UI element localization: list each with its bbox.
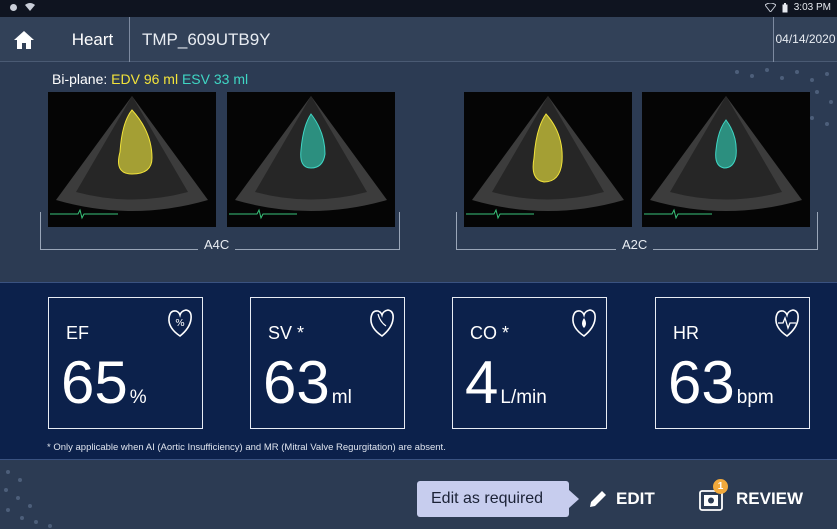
biplane-volumes: Bi-plane: EDV 96 ml ESV 33 ml	[52, 71, 248, 87]
metric-card-ef: EF % 65%	[48, 297, 203, 429]
metric-number: 63	[668, 349, 735, 416]
metrics-panel: EF % 65% SV * 63 ml CO * 4 L/min HR 63 bpm …	[0, 282, 837, 460]
status-bar: 3:03 PM	[0, 0, 837, 17]
metric-card-co: CO * 4 L/min	[452, 297, 607, 429]
biplane-label: Bi-plane:	[52, 71, 108, 87]
metric-unit: ml	[331, 387, 352, 408]
metric-number: 63	[263, 349, 330, 416]
metric-value: 65%	[61, 348, 147, 433]
decorative-pattern-icon	[4, 470, 52, 528]
home-button[interactable]	[4, 24, 44, 55]
review-badge: 1	[713, 479, 728, 494]
echo-image-a4c-es[interactable]	[227, 92, 395, 227]
status-left	[10, 3, 35, 11]
heart-percent-icon: %	[168, 309, 192, 337]
metric-value: 4 L/min	[465, 348, 547, 433]
pencil-icon	[590, 491, 606, 507]
status-right: 3:03 PM	[764, 2, 831, 13]
edit-button[interactable]: EDIT	[588, 482, 655, 516]
metric-unit: bpm	[736, 387, 774, 408]
wifi-icon	[25, 3, 35, 11]
app-header: Heart TMP_609UTB9Y 04/14/2020	[0, 17, 837, 62]
clock: 3:03 PM	[793, 2, 831, 13]
echo-image-a2c-es[interactable]	[642, 92, 810, 227]
metric-unit: L/min	[500, 387, 547, 408]
metric-number: 4	[465, 349, 499, 416]
svg-text:%: %	[175, 318, 185, 329]
notification-icon	[10, 3, 17, 11]
ultrasound-a4c-ed-icon	[50, 96, 208, 220]
image-panel: Bi-plane: EDV 96 ml ESV 33 ml A4C A2C	[0, 62, 837, 282]
metric-label: CO *	[470, 323, 510, 343]
organ-label: Heart	[56, 17, 130, 62]
footnote: * Only applicable when AI (Aortic Insuff…	[47, 442, 446, 453]
battery-icon	[782, 2, 788, 12]
heart-rate-icon	[775, 309, 799, 337]
metric-card-sv: SV * 63 ml	[250, 297, 405, 429]
ultrasound-a4c-es-icon	[229, 96, 387, 220]
view-label-a2c: A2C	[616, 237, 654, 252]
metric-label: HR	[673, 323, 699, 343]
patient-id: TMP_609UTB9Y	[142, 30, 271, 49]
ultrasound-a2c-es-icon	[644, 96, 802, 220]
view-label-a4c: A4C	[198, 237, 236, 252]
review-button[interactable]: 1 REVIEW	[698, 479, 804, 516]
heart-drop-icon	[572, 309, 596, 337]
home-icon	[14, 30, 34, 49]
metric-value: 63 ml	[263, 348, 352, 433]
metric-value: 63 bpm	[668, 348, 774, 433]
metric-label: SV *	[268, 323, 305, 343]
metric-number: 65	[61, 349, 128, 416]
metric-label: EF	[66, 323, 90, 343]
echo-image-a2c-ed[interactable]	[464, 92, 632, 227]
review-label: REVIEW	[736, 489, 804, 508]
echo-image-a4c-ed[interactable]	[48, 92, 216, 227]
metric-unit: %	[129, 387, 147, 408]
exam-date: 04/14/2020	[773, 17, 837, 62]
metric-card-hr: HR 63 bpm	[655, 297, 810, 429]
edit-tooltip: Edit as required	[417, 481, 579, 517]
esv-value: ESV 33 ml	[181, 71, 249, 87]
edit-label: EDIT	[616, 489, 655, 508]
ultrasound-a2c-ed-icon	[466, 96, 624, 220]
edv-value: EDV 96 ml	[111, 71, 179, 87]
heart-icon	[370, 309, 394, 337]
action-bar: Edit as required EDIT 1 REVIEW	[0, 460, 837, 529]
wifi-signal-icon	[764, 3, 776, 12]
review-icon-wrap: 1	[698, 479, 728, 513]
